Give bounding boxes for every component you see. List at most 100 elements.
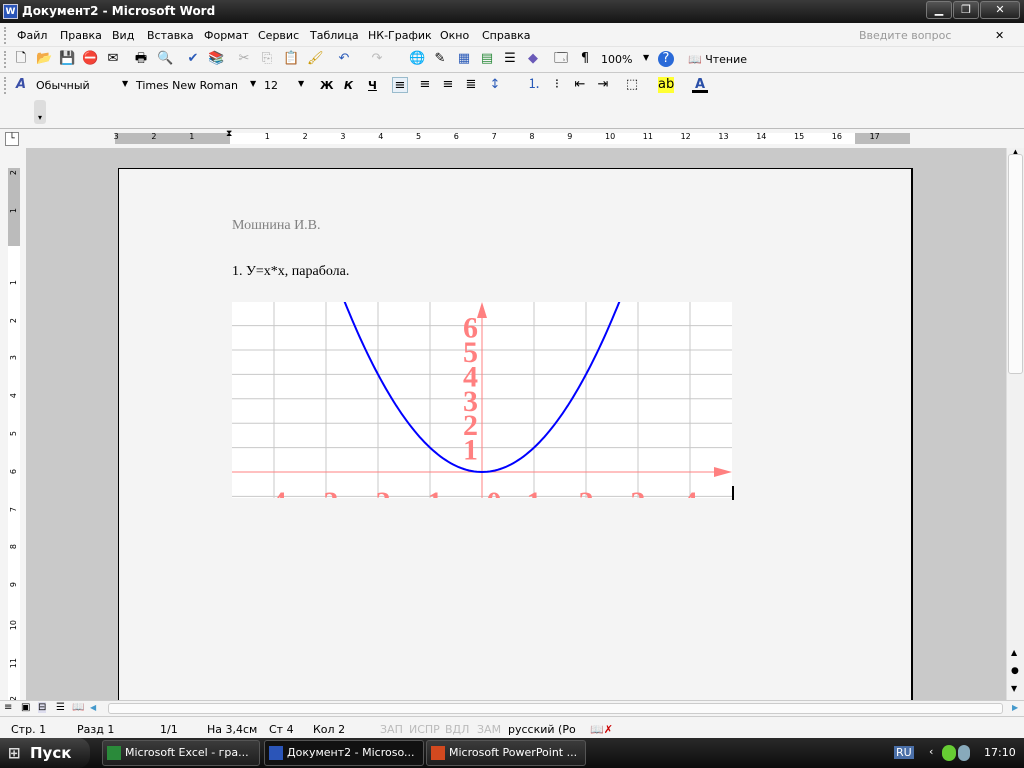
toolbar-grip[interactable] [4, 77, 7, 94]
chevron-down-icon[interactable]: ▼ [122, 79, 128, 88]
spelling-status-icon[interactable]: 📖✗ [590, 723, 613, 736]
vertical-ruler[interactable]: 21123456789101112 [0, 148, 26, 706]
toolbar-grip[interactable] [4, 51, 7, 68]
menu-window[interactable]: Окно [440, 29, 469, 42]
status-extend[interactable]: ВДЛ [445, 723, 469, 736]
insert-table-icon[interactable]: ▦ [456, 51, 472, 67]
tray-agent-icon[interactable] [958, 745, 970, 761]
redo-icon[interactable]: ↷ [369, 51, 385, 67]
close-document-button[interactable]: ✕ [995, 29, 1004, 42]
increase-indent-icon[interactable]: ⇥ [595, 77, 611, 93]
bold-button[interactable]: Ж [320, 79, 333, 92]
justify-icon[interactable]: ≣ [463, 77, 479, 93]
font-select[interactable]: Times New Roman [136, 79, 238, 92]
status-overtype[interactable]: ЗАМ [477, 723, 501, 736]
print-icon[interactable]: 🖶 [133, 51, 149, 67]
styles-icon[interactable]: A [13, 77, 29, 93]
document-page[interactable]: Мошнина И.В. 1. У=х*х, парабола. 123456-… [118, 168, 913, 700]
insert-excel-icon[interactable]: ▤ [479, 51, 495, 67]
permission-icon[interactable]: ⛔ [82, 51, 98, 67]
open-icon[interactable]: 📂 [36, 51, 52, 67]
prev-page-icon[interactable]: ▲ [1011, 648, 1017, 657]
drawing-icon[interactable]: ◆ [525, 51, 541, 67]
print-preview-icon[interactable]: 🔍 [157, 51, 173, 67]
menu-insert[interactable]: Вставка [147, 29, 194, 42]
scroll-left-icon[interactable]: ◀ [90, 703, 96, 712]
line-spacing-icon[interactable]: ↕ [487, 77, 503, 93]
columns-icon[interactable]: ☰ [502, 51, 518, 67]
tables-borders-icon[interactable]: ✎ [432, 51, 448, 67]
help-question-input[interactable]: Введите вопрос [859, 29, 951, 42]
tray-antivirus-icon[interactable] [942, 745, 956, 761]
next-page-icon[interactable]: ▼ [1011, 684, 1017, 693]
language-indicator[interactable]: RU [894, 746, 914, 759]
email-icon[interactable]: ✉ [105, 51, 121, 67]
toolbar-grip[interactable] [4, 27, 7, 44]
reading-view-icon[interactable]: 📖 [72, 702, 84, 713]
document-map-icon[interactable]: 🗔 [553, 51, 569, 67]
zoom-select[interactable]: 100% [601, 53, 632, 66]
parabola-chart[interactable]: 123456-4-3-2-101234 [232, 302, 732, 498]
tab-selector-icon[interactable]: └ [5, 132, 19, 146]
menu-edit[interactable]: Правка [60, 29, 102, 42]
format-painter-icon[interactable]: 🖌 [307, 51, 324, 67]
scroll-thumb[interactable] [1008, 154, 1023, 374]
borders-icon[interactable]: ⬚ [624, 77, 640, 93]
style-select[interactable]: Обычный [36, 79, 90, 92]
status-track[interactable]: ИСПР [409, 723, 440, 736]
decrease-indent-icon[interactable]: ⇤ [572, 77, 588, 93]
vertical-scrollbar[interactable]: ▲ ▲ ● ▼ [1006, 148, 1024, 700]
reading-mode-button[interactable]: 📖 Чтение [688, 53, 747, 66]
menu-file[interactable]: Файл [17, 29, 47, 42]
copy-icon[interactable]: ⎘ [259, 51, 275, 67]
underline-button[interactable]: Ч [368, 79, 377, 92]
align-left-icon[interactable]: ≡ [392, 77, 408, 93]
italic-button[interactable]: К [344, 79, 353, 92]
research-icon[interactable]: 📚 [208, 51, 224, 67]
save-icon[interactable]: 💾 [59, 51, 75, 67]
horizontal-scroll-thumb[interactable] [108, 703, 1003, 714]
document-area[interactable]: Мошнина И.В. 1. У=х*х, парабола. 123456-… [26, 148, 1006, 700]
chevron-down-icon[interactable]: ▼ [643, 53, 649, 62]
menu-table[interactable]: Таблица [310, 29, 359, 42]
indent-marker-icon[interactable]: ⧗ [226, 129, 232, 139]
chevron-down-icon[interactable]: ▼ [298, 79, 304, 88]
horizontal-ruler[interactable]: └ 3 2 1 1 2 3 4 5 6 7 8 9 10 11 12 13 14 15 16 17 ⧗ [0, 128, 1024, 148]
print-layout-icon[interactable]: ⊟ [38, 702, 47, 713]
font-size-select[interactable]: 12 [264, 79, 278, 92]
close-button[interactable]: ✕ [980, 1, 1020, 19]
task-excel[interactable]: Microsoft Excel - гра... [102, 740, 260, 766]
menu-view[interactable]: Вид [112, 29, 134, 42]
help-icon[interactable]: ? [658, 51, 674, 67]
chevron-down-icon[interactable]: ▼ [250, 79, 256, 88]
browse-object-icon[interactable]: ● [1011, 666, 1019, 676]
status-record[interactable]: ЗАП [380, 723, 403, 736]
menu-format[interactable]: Формат [204, 29, 249, 42]
hyperlink-icon[interactable]: 🌐 [409, 51, 425, 67]
menu-help[interactable]: Справка [482, 29, 530, 42]
web-view-icon[interactable]: ▣ [21, 702, 30, 713]
spelling-icon[interactable]: ✔ [185, 51, 201, 67]
restore-button[interactable]: ❐ [953, 1, 979, 19]
minimize-button[interactable]: ▁ [926, 1, 952, 19]
new-document-icon[interactable]: 🗋 [13, 51, 29, 67]
tray-expand-icon[interactable]: ‹ [929, 745, 933, 758]
normal-view-icon[interactable]: ≡ [4, 702, 12, 713]
align-center-icon[interactable]: ≡ [417, 77, 433, 93]
menu-tools[interactable]: Сервис [258, 29, 299, 42]
highlight-icon[interactable]: ab [658, 77, 674, 93]
task-powerpoint[interactable]: Microsoft PowerPoint ... [426, 740, 586, 766]
scroll-right-icon[interactable]: ▶ [1012, 703, 1018, 712]
task-word[interactable]: Документ2 - Microso... [264, 740, 424, 766]
start-button[interactable]: ⊞ Пуск [0, 738, 90, 768]
outline-view-icon[interactable]: ☰ [56, 702, 65, 713]
font-color-icon[interactable]: A [692, 77, 708, 93]
align-right-icon[interactable]: ≡ [440, 77, 456, 93]
menu-nk-graph[interactable]: НК-График [368, 29, 432, 42]
bullets-icon[interactable]: ⁝ [549, 77, 565, 93]
numbering-icon[interactable]: ⒈ [526, 77, 542, 93]
undo-icon[interactable]: ↶ [336, 51, 352, 67]
paste-icon[interactable]: 📋 [283, 51, 299, 67]
toolbar-options-icon[interactable]: ▾ [34, 100, 46, 124]
cut-icon[interactable]: ✂ [236, 51, 252, 67]
